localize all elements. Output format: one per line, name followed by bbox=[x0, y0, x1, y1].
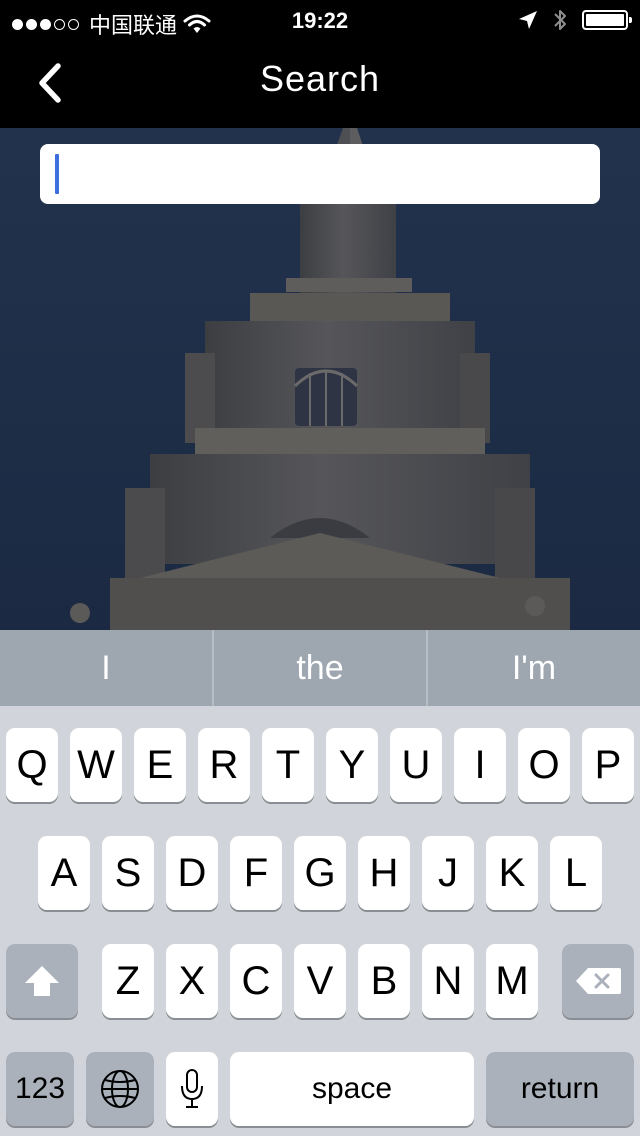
key-q[interactable]: Q bbox=[6, 728, 58, 802]
microphone-icon bbox=[181, 1069, 203, 1108]
delete-key[interactable] bbox=[562, 944, 634, 1018]
battery-tip bbox=[629, 17, 632, 23]
key-k[interactable]: K bbox=[486, 836, 538, 910]
shift-key[interactable] bbox=[6, 944, 78, 1018]
key-m[interactable]: M bbox=[486, 944, 538, 1018]
key-u[interactable]: U bbox=[390, 728, 442, 802]
battery-fill bbox=[586, 14, 624, 26]
navigation-bar: Search bbox=[0, 40, 640, 128]
key-p[interactable]: P bbox=[582, 728, 634, 802]
battery-icon bbox=[582, 10, 632, 30]
suggestion-item[interactable]: the bbox=[212, 630, 426, 706]
key-s[interactable]: S bbox=[102, 836, 154, 910]
key-z[interactable]: Z bbox=[102, 944, 154, 1018]
key-v[interactable]: V bbox=[294, 944, 346, 1018]
globe-key[interactable] bbox=[86, 1052, 154, 1126]
shift-icon bbox=[25, 966, 59, 996]
key-h[interactable]: H bbox=[358, 836, 410, 910]
key-l[interactable]: L bbox=[550, 836, 602, 910]
key-a[interactable]: A bbox=[38, 836, 90, 910]
bluetooth-icon bbox=[554, 10, 566, 30]
status-right bbox=[518, 8, 632, 32]
suggestion-bar: I the I'm bbox=[0, 630, 640, 706]
text-caret bbox=[55, 154, 59, 194]
key-b[interactable]: B bbox=[358, 944, 410, 1018]
location-arrow-icon bbox=[519, 11, 537, 29]
key-i[interactable]: I bbox=[454, 728, 506, 802]
key-f[interactable]: F bbox=[230, 836, 282, 910]
search-input[interactable] bbox=[40, 144, 600, 204]
globe-icon bbox=[101, 1070, 139, 1108]
page-title: Search bbox=[259, 58, 381, 99]
key-r[interactable]: R bbox=[198, 728, 250, 802]
key-d[interactable]: D bbox=[166, 836, 218, 910]
key-j[interactable]: J bbox=[422, 836, 474, 910]
status-bar: 中国联通 19:22 bbox=[0, 0, 640, 40]
suggestion-item[interactable]: I'm bbox=[426, 630, 640, 706]
return-key[interactable]: return bbox=[486, 1052, 634, 1126]
key-n[interactable]: N bbox=[422, 944, 474, 1018]
search-field[interactable] bbox=[40, 144, 600, 204]
key-w[interactable]: W bbox=[70, 728, 122, 802]
background-photo bbox=[0, 128, 640, 630]
delete-icon bbox=[576, 968, 621, 994]
key-e[interactable]: E bbox=[134, 728, 186, 802]
numbers-key[interactable]: 123 bbox=[6, 1052, 74, 1126]
key-o[interactable]: O bbox=[518, 728, 570, 802]
keyboard: Q W E R T Y U I O P A S D F G H J K L Z … bbox=[0, 706, 640, 1136]
key-y[interactable]: Y bbox=[326, 728, 378, 802]
key-c[interactable]: C bbox=[230, 944, 282, 1018]
space-key[interactable]: space bbox=[230, 1052, 474, 1126]
key-t[interactable]: T bbox=[262, 728, 314, 802]
key-x[interactable]: X bbox=[166, 944, 218, 1018]
dictation-key[interactable] bbox=[166, 1052, 218, 1126]
key-g[interactable]: G bbox=[294, 836, 346, 910]
suggestion-item[interactable]: I bbox=[0, 630, 212, 706]
